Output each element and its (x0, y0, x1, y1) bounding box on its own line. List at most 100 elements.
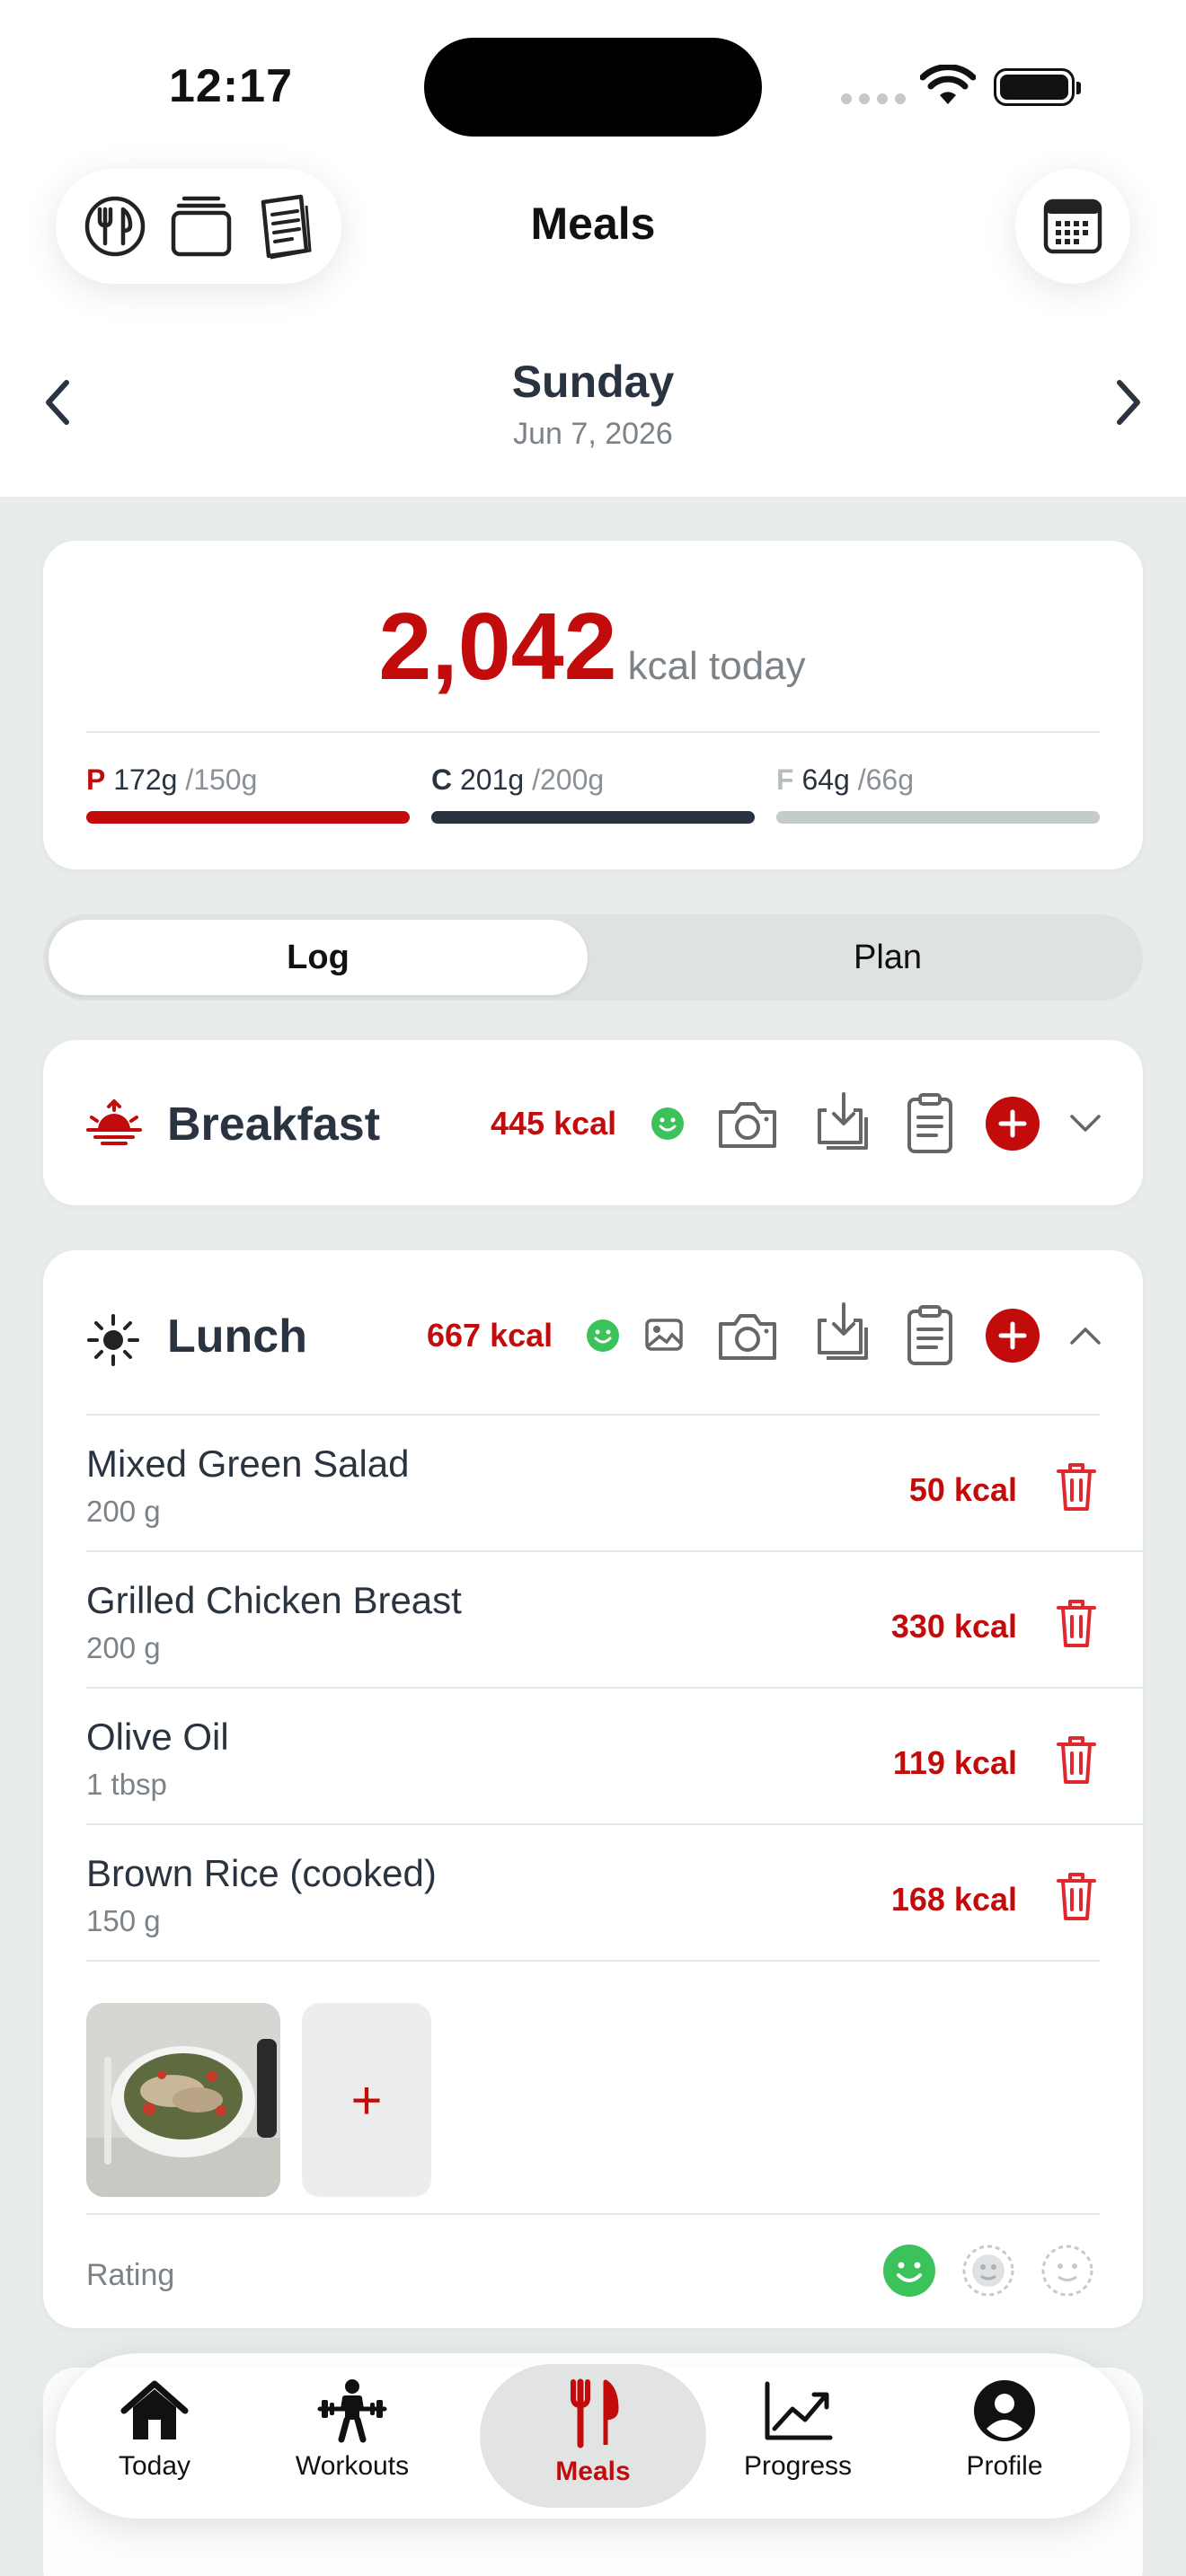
food-quantity: 150 g (86, 1904, 161, 1937)
divider (86, 731, 1100, 733)
top-header-area: 12:17 Meals Sunday Jun 7, 2026 (0, 0, 1186, 497)
tab-workouts[interactable]: Workouts (262, 2378, 442, 2482)
add-food-button[interactable] (985, 1308, 1040, 1363)
macro-goal: /200g (532, 763, 605, 796)
meal-kcal: 667 kcal (427, 1317, 553, 1354)
tab-label: Today (118, 2451, 191, 2481)
tab-today[interactable]: Today (65, 2378, 244, 2482)
log-plan-segmented-control: Log Plan (43, 914, 1143, 1001)
trash-icon[interactable] (1055, 1597, 1098, 1649)
macro-carbs: C 201g /200g (431, 763, 755, 824)
trash-icon[interactable] (1055, 1734, 1098, 1786)
food-kcal: 168 kcal (890, 1881, 1017, 1918)
macro-goal: /66g (857, 763, 914, 796)
tab-bar: Today Workouts Meals Progress Profile (56, 2353, 1130, 2519)
happy-rating-icon[interactable] (882, 2244, 936, 2298)
food-kcal: 330 kcal (890, 1608, 1017, 1645)
meal-photo-thumbnail[interactable] (86, 2003, 280, 2197)
meal-photo-image (86, 2003, 280, 2197)
tab-label: Progress (743, 2451, 853, 2481)
happy-face-icon (587, 1319, 619, 1352)
meal-header-lunch[interactable]: Lunch 667 kcal (43, 1250, 1143, 1416)
meal-title: Breakfast (167, 1098, 381, 1151)
clipboard-icon[interactable] (906, 1092, 954, 1155)
chevron-down-icon[interactable] (1069, 1114, 1102, 1134)
tab-profile[interactable]: Profile (915, 2378, 1094, 2482)
macro-letter: P (86, 763, 106, 796)
macro-letter: C (431, 763, 453, 796)
carbs-progress-bar (431, 811, 755, 824)
calendar-icon (1043, 198, 1102, 254)
dynamic-island (424, 38, 762, 137)
camera-icon[interactable] (715, 1311, 780, 1362)
page-title: Meals (530, 198, 656, 249)
calendar-button[interactable] (1015, 169, 1130, 284)
chevron-up-icon[interactable] (1069, 1326, 1102, 1345)
food-quantity: 200 g (86, 1631, 161, 1664)
macro-fat: F 64g /66g (776, 763, 1100, 824)
food-name: Mixed Green Salad (86, 1442, 410, 1485)
food-row[interactable]: Mixed Green Salad 200 g 50 kcal (86, 1416, 1143, 1552)
macro-protein: P 172g /150g (86, 763, 410, 824)
macro-goal: /150g (185, 763, 258, 796)
food-name: Grilled Chicken Breast (86, 1579, 462, 1621)
food-name: Brown Rice (cooked) (86, 1852, 437, 1894)
sunrise-icon (86, 1099, 142, 1145)
day-date: Jun 7, 2026 (513, 417, 673, 451)
macro-value: 201g (460, 763, 525, 796)
trash-icon[interactable] (1055, 1870, 1098, 1922)
macro-letter: F (776, 763, 794, 796)
macro-value: 64g (801, 763, 850, 796)
meal-header-breakfast[interactable]: Breakfast 445 kcal (43, 1040, 1143, 1205)
food-row[interactable]: Olive Oil 1 tbsp 119 kcal (86, 1689, 1143, 1825)
meal-card-breakfast: Breakfast 445 kcal (43, 1040, 1143, 1205)
kcal-value: 2,042 (378, 594, 617, 700)
food-kcal: 50 kcal (908, 1471, 1017, 1508)
import-tray-icon[interactable] (814, 1090, 873, 1155)
wifi-icon (920, 65, 976, 104)
neutral-rating-icon[interactable] (961, 2244, 1015, 2298)
divider (86, 2213, 1100, 2215)
trash-icon[interactable] (1055, 1460, 1098, 1513)
tab-label: Profile (966, 2451, 1043, 2481)
profile-icon (974, 2380, 1035, 2441)
day-name: Sunday (511, 357, 675, 407)
battery-icon (994, 68, 1081, 106)
chart-icon (765, 2381, 833, 2440)
sad-rating-icon[interactable] (1040, 2244, 1094, 2298)
fat-progress-bar (776, 811, 1100, 824)
food-row[interactable]: Brown Rice (cooked) 150 g 168 kcal (86, 1825, 1100, 1962)
weightlifter-icon (317, 2379, 387, 2443)
home-icon (120, 2380, 189, 2439)
food-row[interactable]: Grilled Chicken Breast 200 g 330 kcal (86, 1552, 1143, 1689)
food-quantity: 200 g (86, 1495, 161, 1528)
tab-label: Workouts (295, 2451, 410, 2481)
camera-icon[interactable] (715, 1099, 780, 1150)
tab-meals[interactable]: Meals (503, 2378, 683, 2487)
cellular-signal-icon (841, 93, 906, 104)
photo-icon (645, 1319, 683, 1351)
segment-plan[interactable]: Plan (636, 920, 1139, 995)
kcal-label: kcal today (627, 644, 806, 688)
segment-log[interactable]: Log (49, 920, 588, 995)
import-tray-icon[interactable] (814, 1301, 873, 1365)
next-day-chevron-icon[interactable] (1114, 377, 1145, 428)
tab-label: Meals (555, 2457, 631, 2486)
food-kcal: 119 kcal (892, 1744, 1017, 1781)
protein-progress-bar (86, 811, 410, 824)
add-food-button[interactable] (985, 1096, 1040, 1151)
meal-kcal: 445 kcal (491, 1105, 617, 1142)
macro-value: 172g (113, 763, 178, 796)
meal-title: Lunch (167, 1310, 307, 1363)
fork-knife-icon (571, 2378, 619, 2448)
daily-summary-card: 2,042 kcal today P 172g /150g C 201g /200… (43, 541, 1143, 869)
tab-progress[interactable]: Progress (708, 2378, 888, 2482)
status-time: 12:17 (169, 60, 293, 112)
sun-icon (87, 1314, 139, 1366)
happy-face-icon (651, 1107, 684, 1140)
meal-card-lunch: Lunch 667 kcal Mixed Green Salad 200 g 5… (43, 1250, 1143, 2328)
clipboard-icon[interactable] (906, 1304, 954, 1367)
rating-label: Rating (86, 2258, 175, 2292)
food-quantity: 1 tbsp (86, 1768, 167, 1801)
add-photo-button[interactable]: + (302, 2003, 431, 2197)
